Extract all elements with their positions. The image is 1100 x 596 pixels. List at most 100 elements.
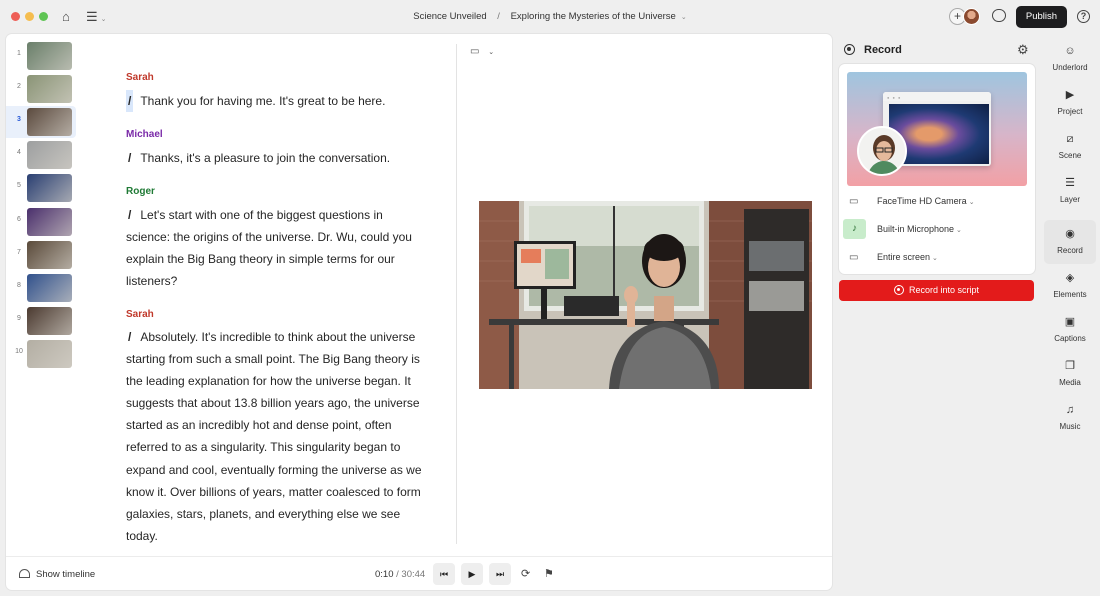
record-into-script-button[interactable]: Record into script — [839, 280, 1034, 301]
toolbar-music[interactable]: ♫ Music — [1044, 396, 1096, 440]
speaker-label[interactable]: Sarah — [126, 309, 154, 320]
media-icon: ❐ — [1065, 360, 1075, 372]
show-timeline-button[interactable]: Show timeline — [36, 569, 95, 580]
timeline-icon[interactable] — [19, 569, 30, 578]
divider — [456, 44, 457, 544]
scene-thumbnail[interactable]: 5 — [6, 172, 76, 204]
chevron-down-icon[interactable]: ⌄ — [681, 14, 687, 21]
current-time: 0:10 — [375, 569, 394, 580]
music-icon: ♫ — [1065, 404, 1075, 416]
screen-select[interactable]: ▭ Entire screen ⌄ — [839, 245, 1035, 271]
record-button-label: Record into script — [908, 285, 980, 295]
bookmark-icon[interactable]: ⚑ — [544, 567, 554, 580]
camera-preview-image — [859, 128, 905, 174]
toolbar-label: Underlord — [1052, 63, 1088, 72]
toolbar-label: Music — [1059, 422, 1081, 431]
scene-thumbnail-image — [27, 274, 72, 302]
play-button[interactable]: ▶ — [461, 563, 483, 585]
canvas-layout-dropdown[interactable]: ▭ ⌄ — [470, 46, 494, 57]
monitor-icon: ▭ — [849, 252, 859, 263]
skip-back-button[interactable]: ⏮ — [433, 563, 455, 585]
camera-preview — [857, 126, 907, 176]
video-preview[interactable] — [479, 201, 812, 389]
toolbar-scene[interactable]: ⧄ Scene — [1044, 125, 1096, 169]
toolbar-label: Media — [1059, 378, 1081, 387]
record-icon: ◉ — [1065, 228, 1075, 240]
breadcrumb: Science Unveiled / Exploring the Mysteri… — [0, 11, 1100, 22]
toolbar-record[interactable]: ◉ Record — [1044, 220, 1096, 264]
record-settings-card: ● ● ● ▭ FaceTime HD Camera ⌄ ♪ Built-in M… — [839, 64, 1035, 274]
script-text[interactable]: Let's start with one of the biggest ques… — [126, 208, 412, 288]
toolbar-label: Project — [1057, 107, 1083, 116]
scene-number: 8 — [17, 282, 21, 289]
speaker-label[interactable]: Roger — [126, 186, 155, 197]
script-paragraph[interactable]: / Thank you for having me. It's great to … — [126, 90, 426, 113]
toolbar-media[interactable]: ❐ Media — [1044, 352, 1096, 396]
playback-bar: Show timeline 0:10 / 30:44 ⏮ ▶ ⏭ ⟳ ⚑ — [6, 556, 832, 590]
scene-thumbnail[interactable]: 1 — [6, 40, 76, 72]
toolbar-layer[interactable]: ☰ Layer — [1044, 169, 1096, 213]
camera-select[interactable]: ▭ FaceTime HD Camera ⌄ — [839, 189, 1035, 215]
toolbar-project[interactable]: ▶ Project — [1044, 81, 1096, 125]
publish-button[interactable]: Publish — [1016, 6, 1067, 28]
scene-thumbnail[interactable]: 7 — [6, 239, 76, 271]
video-frame-image — [479, 201, 812, 389]
breadcrumb-document[interactable]: Exploring the Mysteries of the Universe — [511, 11, 676, 22]
toolbar-label: Elements — [1053, 290, 1087, 299]
scene-thumbnail[interactable]: 9 — [6, 305, 76, 337]
skip-forward-button[interactable]: ⏭ — [489, 563, 511, 585]
comments-icon[interactable] — [992, 9, 1006, 22]
playback-time: 0:10 / 30:44 — [375, 569, 425, 580]
underlord-icon: ☺ — [1064, 45, 1076, 57]
scene-break-marker[interactable]: / — [126, 147, 133, 169]
scene-number: 4 — [17, 149, 21, 156]
scene-thumbnail[interactable]: 8 — [6, 272, 76, 304]
settings-gear-icon[interactable]: ⚙ — [1017, 42, 1029, 58]
scene-break-marker[interactable]: / — [126, 90, 134, 113]
script-paragraph[interactable]: / Let's start with one of the biggest que… — [126, 204, 426, 292]
toolbar-captions[interactable]: ▣ Captions — [1044, 308, 1096, 352]
microphone-select[interactable]: ♪ Built-in Microphone ⌄ — [839, 217, 1035, 243]
microphone-name: Built-in Microphone — [877, 224, 955, 234]
scene-thumbnail[interactable]: 4 — [6, 139, 76, 171]
help-icon[interactable]: ? — [1077, 10, 1090, 23]
scene-thumbnail[interactable]: 3 — [6, 106, 76, 138]
toolbar-underlord[interactable]: ☺ Underlord — [1044, 37, 1096, 81]
elements-icon: ◈ — [1065, 272, 1075, 284]
scene-thumbnail[interactable]: 2 — [6, 73, 76, 105]
record-preview: ● ● ● — [847, 72, 1027, 186]
script-paragraph[interactable]: / Thanks, it's a pleasure to join the con… — [126, 147, 426, 169]
scene-thumbnail-image — [27, 241, 72, 269]
loop-icon[interactable]: ⟳ — [521, 567, 530, 580]
scene-break-marker[interactable]: / — [126, 204, 133, 226]
script-text[interactable]: Absolutely. It's incredible to think abo… — [126, 330, 422, 543]
layer-icon: ☰ — [1065, 177, 1075, 189]
record-panel: Record ⚙ ● ● ● ▭ FaceTime HD Camera ⌄ ♪ … — [837, 34, 1039, 590]
scene-number: 7 — [17, 249, 21, 256]
scene-number: 1 — [17, 50, 21, 57]
script-text[interactable]: Thank you for having me. It's great to b… — [140, 94, 385, 108]
toolbar-elements[interactable]: ◈ Elements — [1044, 264, 1096, 308]
scene-thumbnail-image — [27, 307, 72, 335]
scene-break-marker[interactable]: / — [126, 326, 133, 348]
avatar[interactable] — [963, 8, 980, 25]
script-text[interactable]: Thanks, it's a pleasure to join the conv… — [140, 151, 390, 165]
chevron-down-icon: ⌄ — [932, 255, 938, 262]
toolbar-label: Record — [1057, 246, 1083, 255]
scene-thumbnail-image — [27, 340, 72, 368]
scene-thumbnail-image — [27, 208, 72, 236]
scene-thumbnail[interactable]: 10 — [6, 338, 76, 370]
scene-thumbnail-image — [27, 141, 72, 169]
time-separator: / — [396, 569, 399, 580]
camera-name: FaceTime HD Camera — [877, 196, 967, 206]
breadcrumb-project[interactable]: Science Unveiled — [413, 11, 486, 22]
scene-thumbnail-image — [27, 75, 72, 103]
record-icon — [844, 44, 855, 55]
scene-thumbnail[interactable]: 6 — [6, 206, 76, 238]
script-paragraph[interactable]: / Absolutely. It's incredible to think ab… — [126, 326, 426, 547]
speaker-label[interactable]: Sarah — [126, 72, 154, 83]
scene-number: 2 — [17, 83, 21, 90]
screen-name: Entire screen — [877, 252, 931, 262]
record-dot-icon — [893, 285, 904, 295]
speaker-label[interactable]: Michael — [126, 129, 163, 140]
